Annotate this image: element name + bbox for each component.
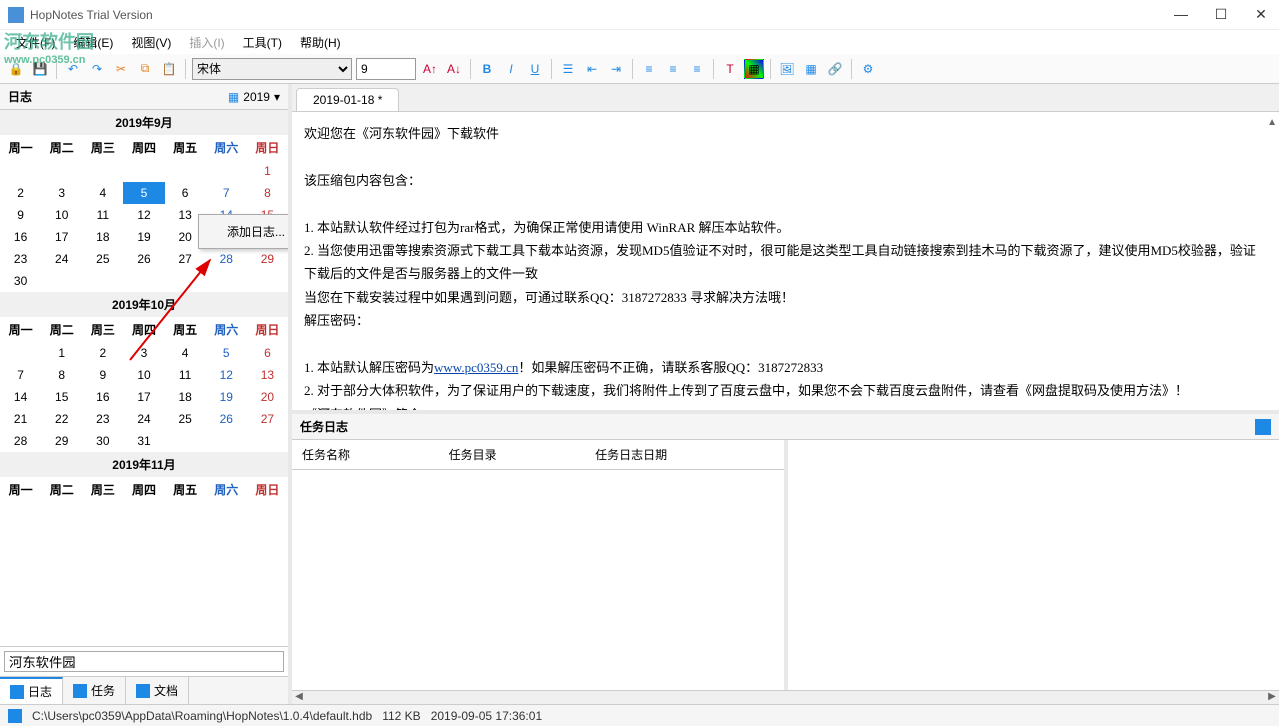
indent-decrease-icon[interactable]: ⇤ bbox=[582, 59, 602, 79]
paste-icon[interactable]: 📋 bbox=[159, 59, 179, 79]
menu-insert[interactable]: 插入(I) bbox=[181, 32, 232, 53]
tab-journal[interactable]: 日志 bbox=[0, 677, 63, 704]
font-color-icon[interactable]: T bbox=[720, 59, 740, 79]
settings-icon[interactable]: ⚙ bbox=[858, 59, 878, 79]
task-table: 任务名称 任务目录 任务日志日期 bbox=[292, 440, 788, 690]
selected-date: 5 bbox=[123, 182, 164, 204]
editor[interactable]: ▲ 欢迎您在《河东软件园》下载软件 该压缩包内容包含： 1. 本站默认软件经过打… bbox=[292, 112, 1279, 410]
lock-icon[interactable]: 🔒 bbox=[6, 59, 26, 79]
calendar-nov[interactable]: 周一 周二 周三 周四 周五 周六 周日 bbox=[0, 477, 288, 502]
document-tabs: 2019-01-18 * bbox=[292, 84, 1279, 112]
task-panel-title: 任务日志 bbox=[300, 418, 1255, 435]
indent-increase-icon[interactable]: ⇥ bbox=[606, 59, 626, 79]
undo-icon[interactable]: ↶ bbox=[63, 59, 83, 79]
separator bbox=[185, 59, 186, 79]
separator bbox=[551, 59, 552, 79]
decrease-font-icon[interactable]: A↓ bbox=[444, 59, 464, 79]
context-menu: 添加日志... bbox=[198, 214, 288, 249]
bold-icon[interactable]: B bbox=[477, 59, 497, 79]
statusbar: C:\Users\pc0359\AppData\Roaming\HopNotes… bbox=[0, 704, 1279, 726]
separator bbox=[851, 59, 852, 79]
menu-help[interactable]: 帮助(H) bbox=[292, 32, 349, 53]
toolbar: 🔒 💾 ↶ ↷ ✂ ⧉ 📋 宋体 A↑ A↓ B I U ☰ ⇤ ⇥ ≡ ≡ ≡… bbox=[0, 54, 1279, 84]
calendar-oct[interactable]: 周一 周二 周三 周四 周五 周六 周日 123456 78910111213 … bbox=[0, 317, 288, 452]
sidebar-tabs: 日志 任务 文档 bbox=[0, 676, 288, 704]
task-panel: 任务日志 任务名称 任务目录 任务日志日期 ◀ bbox=[292, 410, 1279, 704]
insert-image-icon[interactable]: 🖼 bbox=[777, 59, 797, 79]
align-center-icon[interactable]: ≡ bbox=[663, 59, 683, 79]
increase-font-icon[interactable]: A↑ bbox=[420, 59, 440, 79]
menu-tools[interactable]: 工具(T) bbox=[235, 32, 290, 53]
insert-table-icon[interactable]: ▦ bbox=[801, 59, 821, 79]
copy-icon[interactable]: ⧉ bbox=[135, 59, 155, 79]
italic-icon[interactable]: I bbox=[501, 59, 521, 79]
insert-link-icon[interactable]: 🔗 bbox=[825, 59, 845, 79]
task-col-name[interactable]: 任务名称 bbox=[292, 440, 439, 470]
scroll-left-icon[interactable]: ◀ bbox=[292, 691, 306, 704]
scroll-right-icon[interactable]: ▶ bbox=[1265, 691, 1279, 704]
year-display[interactable]: 2019 bbox=[243, 90, 270, 104]
scroll-up-icon[interactable]: ▲ bbox=[1267, 114, 1277, 132]
sidebar: 日志 ▦ 2019 ▾ 2019年9月 周一 周二 周三 周四 周五 周六 周日 bbox=[0, 84, 292, 704]
link-pc0359[interactable]: www.pc0359.cn bbox=[434, 360, 518, 375]
document-tab[interactable]: 2019-01-18 * bbox=[296, 88, 399, 111]
task-col-date[interactable]: 任务日志日期 bbox=[585, 440, 783, 470]
tasks-tab-icon bbox=[73, 684, 87, 698]
sidebar-journal-label: 日志 bbox=[8, 88, 228, 105]
status-db-icon bbox=[8, 709, 22, 723]
font-size-input[interactable] bbox=[356, 58, 416, 80]
menubar: 文件(F) 编辑(E) 视图(V) 插入(I) 工具(T) 帮助(H) bbox=[0, 30, 1279, 54]
search-input[interactable] bbox=[4, 651, 284, 672]
save-icon[interactable]: 💾 bbox=[30, 59, 50, 79]
sidebar-header: 日志 ▦ 2019 ▾ bbox=[0, 84, 288, 110]
month-title-oct: 2019年10月 bbox=[0, 292, 288, 317]
window-title: HopNotes Trial Version bbox=[30, 8, 1171, 22]
font-family-select[interactable]: 宋体 bbox=[192, 58, 352, 80]
calendar-list: 2019年9月 周一 周二 周三 周四 周五 周六 周日 1 2345678 9… bbox=[0, 110, 288, 646]
context-add-journal[interactable]: 添加日志... bbox=[199, 219, 288, 244]
task-col-dir[interactable]: 任务目录 bbox=[439, 440, 586, 470]
align-left-icon[interactable]: ≡ bbox=[639, 59, 659, 79]
highlight-icon[interactable]: ▦ bbox=[744, 59, 764, 79]
redo-icon[interactable]: ↷ bbox=[87, 59, 107, 79]
titlebar: HopNotes Trial Version — ☐ ✕ bbox=[0, 0, 1279, 30]
separator bbox=[713, 59, 714, 79]
year-dropdown-icon[interactable]: ▾ bbox=[274, 90, 280, 104]
journal-tab-icon bbox=[10, 685, 24, 699]
separator bbox=[770, 59, 771, 79]
docs-tab-icon bbox=[136, 684, 150, 698]
maximize-button[interactable]: ☐ bbox=[1211, 6, 1231, 23]
menu-file[interactable]: 文件(F) bbox=[8, 32, 63, 53]
month-title-sep: 2019年9月 bbox=[0, 110, 288, 135]
tab-docs[interactable]: 文档 bbox=[126, 677, 189, 704]
separator bbox=[632, 59, 633, 79]
task-detail-pane bbox=[788, 440, 1279, 690]
status-size: 112 KB bbox=[382, 709, 420, 723]
underline-icon[interactable]: U bbox=[525, 59, 545, 79]
close-button[interactable]: ✕ bbox=[1251, 6, 1271, 23]
calendar-grid-icon[interactable]: ▦ bbox=[228, 90, 239, 104]
month-title-nov: 2019年11月 bbox=[0, 452, 288, 477]
status-path: C:\Users\pc0359\AppData\Roaming\HopNotes… bbox=[32, 709, 372, 723]
minimize-button[interactable]: — bbox=[1171, 6, 1191, 23]
task-save-icon[interactable] bbox=[1255, 419, 1271, 435]
horizontal-scrollbar[interactable]: ◀ ▶ bbox=[292, 690, 1279, 704]
menu-view[interactable]: 视图(V) bbox=[123, 32, 179, 53]
tab-tasks[interactable]: 任务 bbox=[63, 677, 126, 704]
separator bbox=[470, 59, 471, 79]
content-area: 2019-01-18 * ▲ 欢迎您在《河东软件园》下载软件 该压缩包内容包含：… bbox=[292, 84, 1279, 704]
cut-icon[interactable]: ✂ bbox=[111, 59, 131, 79]
menu-edit[interactable]: 编辑(E) bbox=[65, 32, 121, 53]
app-icon bbox=[8, 7, 24, 23]
sidebar-search bbox=[0, 646, 288, 676]
align-right-icon[interactable]: ≡ bbox=[687, 59, 707, 79]
status-datetime: 2019-09-05 17:36:01 bbox=[431, 709, 542, 723]
bullet-list-icon[interactable]: ☰ bbox=[558, 59, 578, 79]
separator bbox=[56, 59, 57, 79]
